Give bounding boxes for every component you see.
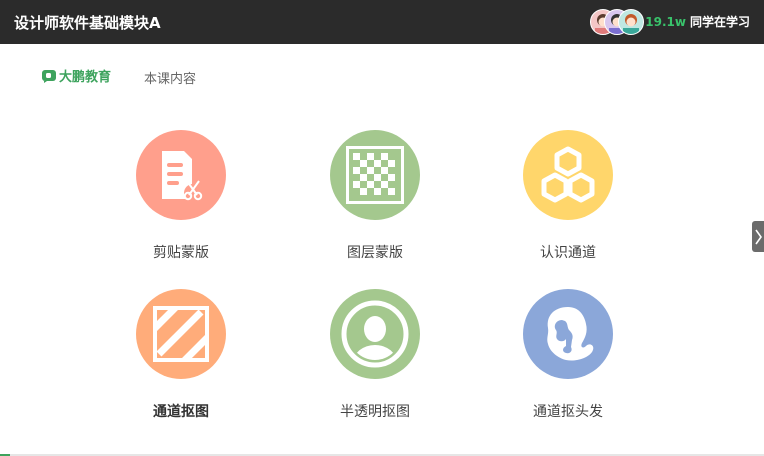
- learner-avatars: [590, 9, 644, 35]
- learner-count: 19.1w: [645, 15, 686, 29]
- learner-label: 同学在学习: [689, 15, 750, 29]
- top-bar: 设计师软件基础模块A 19.1w 同学在学习: [0, 0, 764, 44]
- avatar: [618, 9, 644, 35]
- lesson-label: 半透明抠图: [340, 404, 410, 420]
- diagonal-stripes-icon: [153, 306, 209, 362]
- lesson-item-hair-cutout[interactable]: 通道抠头发: [498, 289, 638, 421]
- brand-name: 大鹏教育: [59, 70, 112, 85]
- learner-stats: 19.1w 同学在学习: [645, 13, 750, 30]
- document-scissors-icon: [162, 151, 203, 202]
- lesson-item-layer-mask[interactable]: 图层蒙版: [305, 130, 445, 262]
- lesson-item-channels[interactable]: 认识通道: [498, 130, 638, 262]
- brand-logo[interactable]: 大鹏教育: [42, 66, 111, 85]
- next-panel-button[interactable]: [752, 221, 764, 252]
- checkerboard-icon: [346, 146, 404, 204]
- person-portrait-icon: [341, 300, 409, 368]
- lesson-item-channel-cutout[interactable]: 通道抠图: [111, 289, 251, 421]
- chevron-right-icon: [754, 229, 762, 244]
- lesson-icon: [523, 130, 613, 220]
- lesson-label: 认识通道: [540, 245, 596, 261]
- head-hair-icon: [547, 307, 594, 361]
- lesson-icon: [330, 130, 420, 220]
- lesson-icon: [136, 289, 226, 379]
- lesson-item-clipping-mask[interactable]: 剪贴蒙版: [111, 130, 251, 262]
- course-title: 设计师软件基础模块A: [14, 14, 161, 32]
- lesson-label: 剪贴蒙版: [153, 245, 209, 261]
- hexagons-icon: [541, 146, 595, 203]
- sub-nav: 大鹏教育 本课内容: [0, 44, 764, 104]
- lesson-icon: [330, 289, 420, 379]
- lesson-icon: [523, 289, 613, 379]
- lesson-item-translucent-cutout[interactable]: 半透明抠图: [305, 289, 445, 421]
- brand-mark-icon: [42, 69, 56, 83]
- lesson-label: 通道抠头发: [533, 404, 603, 420]
- lesson-label: 通道抠图: [153, 404, 209, 420]
- lesson-icon: [136, 130, 226, 220]
- lesson-label: 图层蒙版: [347, 245, 403, 261]
- tab-course-content[interactable]: 本课内容: [144, 68, 196, 87]
